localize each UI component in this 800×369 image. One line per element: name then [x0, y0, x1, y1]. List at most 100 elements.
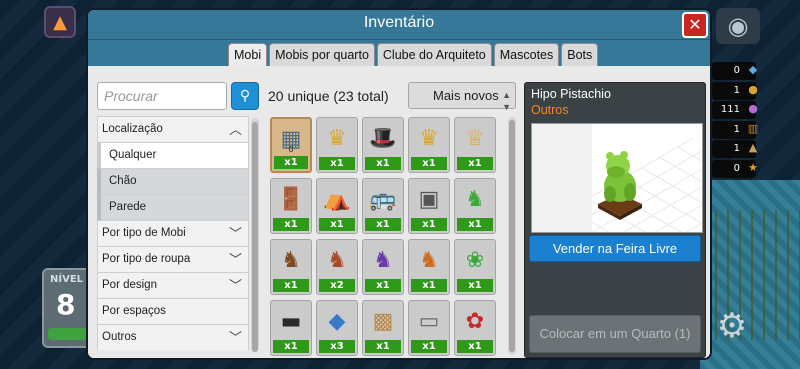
place-in-room-button[interactable]: Colocar em um Quarto (1): [529, 315, 701, 353]
currency-value: 0: [733, 65, 740, 76]
item-grid: ▦ 0 x1 ♛ x1 🎩 x1 ♛ x1 ♕ x1 🚪 x1 ⛺ x1 🚌 x1 ▣ x1 ♞ x1 ♞ x1 ♞ x2 ♞ x1…: [270, 117, 500, 357]
search-input[interactable]: Procurar: [97, 82, 227, 110]
currency-value: 111: [720, 104, 740, 115]
filter-group-header[interactable]: Por tipo de Mobi ﹀: [97, 220, 249, 246]
tab-bots[interactable]: Bots: [561, 43, 599, 66]
item-quantity-badge: x1: [457, 279, 493, 292]
item-sub-count: 0: [288, 145, 294, 154]
green-hat-icon: 🎩: [369, 126, 397, 151]
filter-location-option[interactable]: Parede: [97, 194, 249, 220]
coin-icon: ●: [748, 82, 758, 96]
inventory-item[interactable]: 🎩 x1: [362, 117, 404, 173]
inventory-item[interactable]: 🚪 x1: [270, 178, 312, 234]
filter-group-label: Por tipo de roupa: [102, 253, 191, 265]
item-quantity-badge: x1: [319, 157, 355, 170]
item-quantity-badge: x1: [411, 218, 447, 231]
filter-group-label: Outros: [102, 331, 137, 343]
filter-group-label: Por design: [102, 279, 157, 291]
window-titlebar[interactable]: Inventário ✕: [88, 10, 710, 40]
inventory-item[interactable]: ▬ x1: [270, 300, 312, 356]
ducket-icon: ●: [748, 102, 758, 115]
filter-group-header[interactable]: Por tipo de roupa ﹀: [97, 246, 249, 272]
filter-location-option[interactable]: Qualquer: [97, 142, 249, 168]
tab-list: Mobi Mobis por quarto Clube do Arquiteto Ma…: [228, 43, 599, 66]
table-icon: ⛺: [323, 187, 351, 212]
item-quantity-badge: x2: [319, 279, 355, 292]
currency-counter[interactable]: 0 ★: [712, 159, 758, 178]
chevron-down-icon: ﹀: [228, 252, 242, 267]
grid-scrollbar[interactable]: [508, 117, 516, 355]
magnifier-icon: ⚲: [239, 88, 251, 104]
preview-wall: [532, 124, 592, 232]
gold-crown-icon: ♛: [327, 126, 347, 151]
inventory-item[interactable]: ♞ x2: [316, 239, 358, 295]
currency-counter[interactable]: 1 ▥: [712, 120, 758, 139]
item-quantity-badge: x1: [365, 157, 401, 170]
sort-arrows-icon: ▲ ▼: [502, 90, 511, 112]
red-statue-icon: ♞: [327, 248, 347, 273]
close-button[interactable]: ✕: [682, 12, 708, 38]
currency-counter[interactable]: 1 ●: [712, 81, 758, 100]
search-button[interactable]: ⚲: [231, 82, 259, 110]
tab-mobis-por-quarto[interactable]: Mobis por quarto: [269, 43, 375, 66]
filter-scrollbar-thumb[interactable]: [252, 122, 258, 352]
wooden-crate-icon: ▩: [372, 309, 394, 334]
gray-table-icon: ▭: [418, 309, 440, 334]
currency-value: 1: [733, 123, 740, 135]
safe-icon: ▣: [418, 187, 440, 212]
inventory-item[interactable]: ♞ x1: [408, 239, 450, 295]
tab-clube-do-arquiteto[interactable]: Clube do Arquiteto: [376, 43, 492, 66]
item-quantity-badge: x1: [411, 340, 447, 353]
green-plant-icon: ❀: [465, 248, 485, 273]
inventory-item[interactable]: ◆ x3: [316, 300, 358, 356]
filter-group-header[interactable]: Por design ﹀: [97, 272, 249, 298]
currency-counter[interactable]: 0 ◆: [712, 62, 757, 80]
inventory-item[interactable]: ▭ x1: [408, 300, 450, 356]
inventory-item[interactable]: ♕ x1: [454, 117, 496, 173]
inventory-item[interactable]: ❀ x1: [454, 239, 496, 295]
inventory-item[interactable]: ♞ x1: [270, 239, 312, 295]
currency-counter[interactable]: 111 ●: [712, 101, 758, 119]
inventory-window: Inventário ✕ Mobi Mobis por quarto Clube d…: [86, 8, 712, 360]
inventory-item[interactable]: ✿ x1: [454, 300, 496, 356]
item-quantity-badge: x1: [411, 157, 447, 170]
item-name: Hipo Pistachio: [531, 87, 611, 101]
inventory-item[interactable]: ▦ 0 x1: [270, 117, 312, 173]
item-detail-panel: Hipo Pistachio Outros Vender na Feira Li…: [524, 82, 706, 358]
inventory-item[interactable]: ♛ x1: [408, 117, 450, 173]
gate-icon: ▥: [747, 121, 759, 135]
filter-scrollbar[interactable]: [251, 118, 259, 352]
inventory-item[interactable]: 🚌 x1: [362, 178, 404, 234]
filter-group-header[interactable]: Por espaços: [97, 298, 249, 324]
orange-statue-icon: ♞: [419, 248, 439, 273]
inventory-item[interactable]: ⛺ x1: [316, 178, 358, 234]
item-count: 20 unique (23 total): [268, 88, 389, 104]
sell-marketplace-button[interactable]: Vender na Feira Livre: [529, 235, 701, 262]
inventory-item[interactable]: ▩ x1: [362, 300, 404, 356]
grid-scrollbar-thumb[interactable]: [509, 120, 515, 352]
chevron-down-icon: ﹀: [228, 330, 242, 345]
currency-counter[interactable]: 1 ▲: [712, 140, 757, 158]
sort-select[interactable]: Mais novos ▲ ▼: [408, 82, 516, 112]
chevron-down-icon: ﹀: [228, 226, 242, 241]
item-quantity-badge: x1: [274, 156, 308, 169]
inventory-item[interactable]: ♞ x1: [362, 239, 404, 295]
inventory-item[interactable]: ♛ x1: [316, 117, 358, 173]
inventory-item[interactable]: ▣ x1: [408, 178, 450, 234]
navigator-button[interactable]: ▲: [44, 6, 76, 38]
tab-mobi[interactable]: Mobi: [228, 43, 268, 66]
chevron-down-icon: ﹀: [228, 278, 242, 293]
filter-group-header[interactable]: Outros ﹀: [97, 324, 249, 350]
inventory-item[interactable]: ♞ x1: [454, 178, 496, 234]
window-title: Inventário: [363, 14, 435, 31]
item-quantity-badge: x1: [365, 218, 401, 231]
helmet-icon: ▲: [748, 141, 758, 154]
tab-mascotes[interactable]: Mascotes: [493, 43, 560, 66]
filter-location-option[interactable]: Chão: [97, 168, 249, 194]
item-quantity-badge: x1: [273, 340, 309, 353]
blue-mat-icon: ◆: [328, 309, 346, 334]
filter-location-header[interactable]: Localização ︿: [97, 116, 249, 142]
item-quantity-badge: x1: [457, 157, 493, 170]
settings-button[interactable]: ⚙: [712, 306, 752, 346]
piggy-bank-button[interactable]: ◉: [716, 8, 760, 44]
